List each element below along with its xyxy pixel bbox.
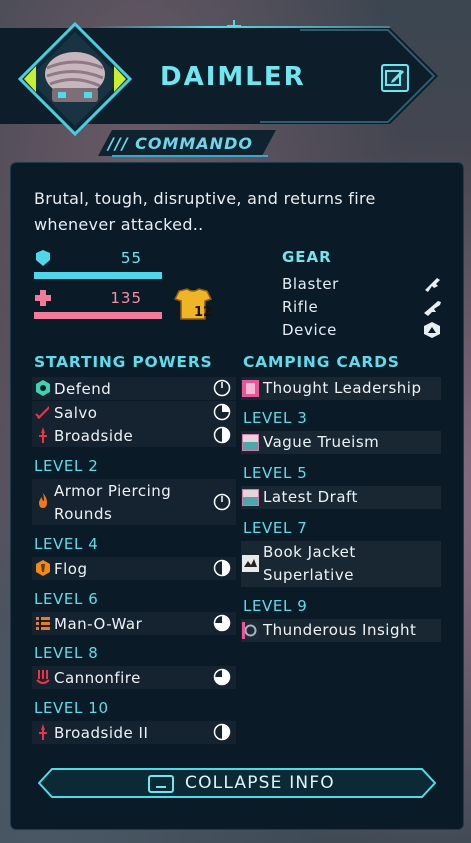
edit-pencil-icon: [385, 70, 404, 86]
character-portrait[interactable]: [14, 18, 136, 140]
power-label: Flog: [54, 560, 88, 578]
starting-powers-title: STARTING POWERS: [34, 353, 213, 371]
armor-value: 12: [194, 305, 213, 320]
shield-bar: [34, 272, 162, 279]
broadside-icon: [39, 724, 47, 740]
rifle-icon: [424, 301, 441, 316]
power-level-10-title: LEVEL 10: [34, 699, 109, 717]
card-level-9-title: LEVEL 9: [243, 597, 308, 615]
health-value: 135: [110, 289, 142, 307]
gear-item-rifle: Rifle: [282, 298, 319, 316]
clock-half-icon: [213, 426, 231, 444]
flog-icon: [36, 560, 50, 576]
gear-item-blaster: Blaster: [282, 275, 339, 293]
collapse-icon: [148, 775, 174, 793]
card-pink-icon: [242, 380, 259, 397]
armor-badge: 12: [171, 287, 215, 323]
power-row-flog[interactable]: Flog: [32, 557, 236, 580]
clock-full-icon: [213, 493, 231, 511]
power-row-cannonfire[interactable]: Cannonfire: [32, 666, 236, 689]
defend-icon: [36, 380, 50, 396]
salvo-icon: [35, 406, 49, 419]
clock-three-quarter-icon: [213, 614, 231, 632]
class-tab-underline: [112, 155, 268, 157]
power-label: Broadside: [54, 427, 134, 445]
power-label: Armor Piercing Rounds: [54, 482, 172, 523]
power-row-broadside-ii[interactable]: Broadside II: [32, 721, 236, 744]
cannonfire-icon: [36, 670, 50, 684]
power-row-salvo[interactable]: Salvo: [32, 401, 236, 424]
card-level-7-title: LEVEL 7: [243, 519, 308, 537]
clock-half-icon: [213, 559, 231, 577]
card-row-thunderous-insight[interactable]: Thunderous Insight: [241, 619, 441, 642]
edit-button[interactable]: [381, 64, 409, 92]
clock-half-icon: [213, 723, 231, 741]
power-label: Defend: [54, 380, 112, 398]
card-label: Thought Leadership: [263, 379, 422, 397]
clock-three-quarter-icon: [213, 668, 231, 686]
power-row-defend[interactable]: Defend: [32, 377, 236, 400]
power-label: Man-O-War: [54, 615, 143, 633]
card-level-3-title: LEVEL 3: [243, 409, 308, 427]
card-label: Thunderous Insight: [263, 621, 417, 639]
card-label: Book Jacket Superlative: [263, 543, 356, 584]
card-dark-icon: [242, 622, 259, 639]
card-row-latest-draft[interactable]: Latest Draft: [241, 486, 441, 509]
class-name: /// COMMANDO: [108, 134, 253, 153]
power-row-man-o-war[interactable]: Man-O-War: [32, 612, 236, 635]
power-level-6-title: LEVEL 6: [34, 590, 99, 608]
card-bw-icon: [242, 555, 259, 572]
power-label: Broadside II: [54, 724, 149, 742]
power-label: Salvo: [54, 404, 98, 422]
clock-full-icon: [213, 379, 231, 397]
power-level-4-title: LEVEL 4: [34, 535, 99, 553]
card-label: Vague Trueism: [263, 433, 380, 451]
device-icon: [424, 322, 440, 338]
power-row-broadside[interactable]: Broadside: [32, 424, 236, 447]
camping-cards-title: CAMPING CARDS: [243, 353, 400, 371]
gear-item-device: Device: [282, 321, 337, 339]
blaster-icon: [425, 278, 440, 292]
clock-quarter-icon: [213, 403, 231, 421]
power-level-2-title: LEVEL 2: [34, 457, 99, 475]
power-row-armor-piercing-rounds[interactable]: Armor Piercing Rounds: [32, 479, 236, 525]
card-landscape-icon: [242, 489, 259, 506]
health-icon: [35, 290, 51, 306]
broadside-icon: [39, 427, 47, 443]
flame-icon: [39, 493, 47, 508]
shield-value: 55: [120, 249, 142, 267]
power-label: Cannonfire: [54, 669, 141, 687]
card-level-5-title: LEVEL 5: [243, 464, 308, 482]
character-name: DAIMLER: [160, 62, 306, 92]
man-o-war-icon: [36, 617, 50, 630]
power-level-8-title: LEVEL 8: [34, 644, 99, 662]
card-row-thought-leadership[interactable]: Thought Leadership: [241, 377, 441, 400]
gear-title: GEAR: [282, 248, 332, 266]
card-row-book-jacket-superlative[interactable]: Book Jacket Superlative: [241, 541, 441, 587]
card-row-vague-trueism[interactable]: Vague Trueism: [241, 431, 441, 454]
shield-icon: [36, 250, 50, 266]
health-bar: [34, 312, 162, 319]
character-description: Brutal, tough, disruptive, and returns f…: [34, 189, 376, 234]
card-label: Latest Draft: [263, 488, 358, 506]
card-landscape-icon: [242, 434, 259, 451]
collapse-info-label: COLLAPSE INFO: [185, 773, 335, 793]
